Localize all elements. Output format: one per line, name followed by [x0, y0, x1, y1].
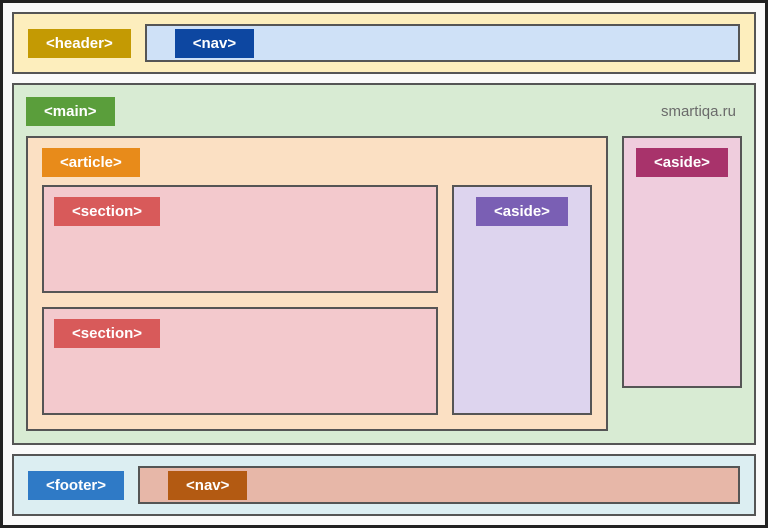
main-block: <main> smartiqa.ru <article> <section> <… [12, 83, 756, 445]
header-tag: <header> [28, 29, 131, 58]
watermark: smartiqa.ru [661, 103, 736, 120]
nav-top-tag: <nav> [175, 29, 254, 58]
section-block: <section> [42, 307, 438, 415]
article-tag: <article> [42, 148, 140, 177]
main-tag: <main> [26, 97, 115, 126]
aside-outer-block: <aside> [622, 136, 742, 388]
aside-inner-tag: <aside> [476, 197, 568, 226]
article-block: <article> <section> <section> <aside> [26, 136, 608, 431]
aside-outer-tag: <aside> [636, 148, 728, 177]
footer-block: <footer> <nav> [12, 454, 756, 516]
nav-bottom-tag: <nav> [168, 471, 247, 500]
section-tag: <section> [54, 319, 160, 348]
aside-inner-block: <aside> [452, 185, 592, 415]
layout-diagram: <header> <nav> <main> smartiqa.ru <artic… [0, 0, 768, 528]
nav-top-block: <nav> [145, 24, 740, 62]
section-tag: <section> [54, 197, 160, 226]
nav-bottom-block: <nav> [138, 466, 740, 504]
header-block: <header> <nav> [12, 12, 756, 74]
section-block: <section> [42, 185, 438, 293]
footer-tag: <footer> [28, 471, 124, 500]
